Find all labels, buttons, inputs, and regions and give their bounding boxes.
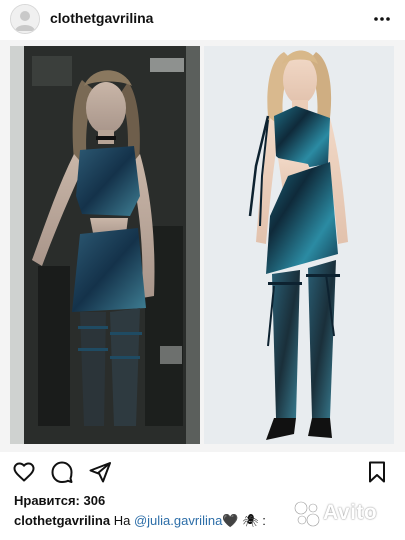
caption-text: На: [113, 513, 131, 528]
avatar[interactable]: [10, 4, 40, 34]
user-avatar-icon: [11, 5, 39, 33]
heart-icon[interactable]: [12, 460, 36, 484]
post-media[interactable]: [0, 40, 405, 452]
comment-icon[interactable]: [50, 460, 74, 484]
model-studio-photo: [204, 46, 394, 444]
caption-username[interactable]: clothetgavrilina: [14, 513, 110, 528]
caption: clothetgavrilina На @julia.gavrilina🖤 🕷 …: [14, 513, 266, 529]
avito-logo-icon: [294, 501, 320, 527]
post-card: clothetgavrilina Нравится: 306 clothetga…: [0, 0, 405, 540]
username[interactable]: clothetgavrilina: [50, 10, 153, 26]
watermark-text: Avito: [323, 501, 378, 524]
caption-emoji: 🖤 🕷 :: [222, 513, 266, 528]
model-backstage-photo: [10, 46, 200, 444]
likes-count[interactable]: Нравится: 306: [14, 493, 105, 508]
more-horizontal-icon[interactable]: [371, 8, 393, 30]
bookmark-icon[interactable]: [365, 460, 389, 484]
action-bar: [0, 456, 405, 488]
avito-watermark: Avito: [293, 498, 393, 528]
send-icon[interactable]: [88, 460, 112, 484]
post-header: clothetgavrilina: [0, 0, 405, 38]
caption-mention[interactable]: @julia.gavrilina: [134, 513, 222, 528]
